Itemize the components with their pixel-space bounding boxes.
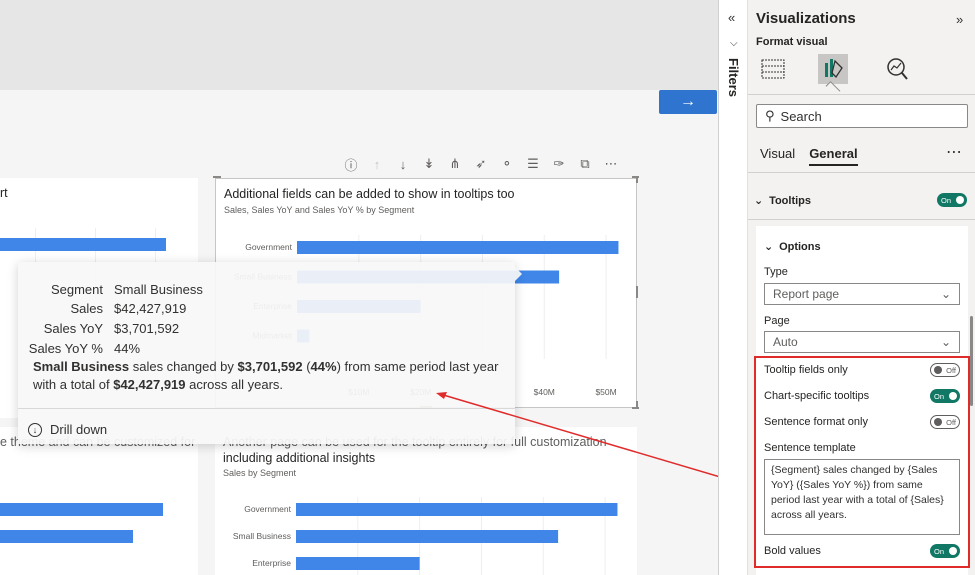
divider xyxy=(748,219,975,220)
bottom-bar-chart: Government Small Business Enterprise xyxy=(233,497,618,575)
pin-icon[interactable]: ➶ xyxy=(468,153,494,175)
tab-general[interactable]: General xyxy=(809,146,858,166)
sentence-template-input[interactable]: {Segment} sales changed by {Sales YoY} (… xyxy=(764,459,960,535)
visual-header-toolbar: ⓘ ↑ ↓ ↡ ⋔ ➶ ⚬ ☰ ✑ ⧉ ⋯ xyxy=(338,153,624,175)
tooltip-fields-only-label: Tooltip fields only xyxy=(764,364,848,376)
arrow-down-icon[interactable]: ↓ xyxy=(390,153,416,175)
drill-down-action[interactable]: ↓ Drill down xyxy=(28,422,107,437)
sentence-template-label: Sentence template xyxy=(764,442,856,454)
tooltips-label: Tooltips xyxy=(769,195,812,207)
drill-icon[interactable]: ⋔ xyxy=(442,153,468,175)
tooltip-label: Sales xyxy=(70,301,103,316)
tooltip-value: $42,427,919 xyxy=(114,301,187,316)
tooltip-sentence: Small Business sales changed by $3,701,5… xyxy=(33,359,499,392)
left-top-card-title: rt xyxy=(0,186,8,200)
type-dropdown[interactable]: Report page ⌄ xyxy=(764,283,960,305)
options-label: Options xyxy=(779,241,821,253)
bar xyxy=(296,557,420,570)
chart-specific-tooltips-toggle[interactable]: On xyxy=(930,389,960,403)
collapse-icon[interactable]: « xyxy=(728,10,735,25)
tooltip-label: Sales YoY xyxy=(43,321,103,336)
resize-handle[interactable] xyxy=(636,286,638,298)
double-arrow-down-icon[interactable]: ↡ xyxy=(416,153,442,175)
chevron-down-icon: ⌄ xyxy=(940,287,951,301)
category-label: Enterprise xyxy=(252,558,291,568)
filter-icon[interactable]: ☰ xyxy=(520,153,546,175)
format-visual-icon[interactable] xyxy=(818,54,848,84)
panel-scrollbar[interactable] xyxy=(970,316,973,406)
tooltips-section-header[interactable]: ⌄ Tooltips xyxy=(754,194,968,207)
panel-subtitle: Format visual xyxy=(756,36,828,48)
category-label: Government xyxy=(244,504,291,514)
drill-down-icon: ↓ xyxy=(28,422,42,437)
tooltip-value: 44% xyxy=(114,341,141,356)
analytics-icon[interactable]: ✑ xyxy=(546,153,572,175)
bottom-chart-card[interactable]: Another page can be used for the tooltip… xyxy=(215,427,637,575)
tooltip-value: Small Business xyxy=(114,282,203,297)
arrow-up-icon[interactable]: ↑ xyxy=(364,153,390,175)
focus-icon[interactable]: ⧉ xyxy=(572,153,598,175)
divider xyxy=(748,172,975,173)
tooltip-label: Segment xyxy=(50,282,103,297)
tooltip-divider xyxy=(18,408,515,409)
bar xyxy=(297,241,619,254)
search-placeholder: Search xyxy=(780,108,822,124)
category-label: Government xyxy=(245,242,292,252)
bold-values-label: Bold values xyxy=(764,545,821,557)
left-bottom-card[interactable]: e theme and can be customized for xyxy=(0,427,198,575)
resize-handle[interactable] xyxy=(636,401,638,408)
bell-icon[interactable]: ⚬ xyxy=(494,153,520,175)
bar[interactable] xyxy=(0,530,133,543)
chevron-down-icon: ⌄ xyxy=(764,241,774,253)
tab-visual[interactable]: Visual xyxy=(760,146,795,166)
sentence-format-only-label: Sentence format only xyxy=(764,416,868,428)
build-visual-icon[interactable] xyxy=(758,54,788,84)
chevron-down-icon: ⌄ xyxy=(754,195,764,207)
tooltip-pointer xyxy=(515,267,522,281)
tooltips-toggle[interactable]: On xyxy=(937,193,967,207)
bar[interactable] xyxy=(0,238,166,251)
search-input[interactable]: ⚲ Search xyxy=(756,104,968,128)
panel-title: Visualizations xyxy=(756,10,856,27)
bold-values-toggle[interactable]: On xyxy=(930,544,960,558)
drill-down-label: Drill down xyxy=(50,422,108,437)
page-label: Page xyxy=(764,315,790,327)
canvas-header xyxy=(0,0,718,90)
analytics-icon[interactable] xyxy=(882,54,912,84)
resize-handle[interactable] xyxy=(213,176,221,178)
tooltip-fields-only-toggle[interactable]: Off xyxy=(930,363,960,377)
tick-label: $50M xyxy=(595,387,616,397)
expand-icon[interactable]: » xyxy=(956,12,963,27)
bar xyxy=(296,530,559,543)
type-label: Type xyxy=(764,266,788,278)
arrow-right-icon: → xyxy=(680,93,696,110)
filter-funnel-icon: ⌵ xyxy=(730,38,738,49)
bar[interactable] xyxy=(0,503,163,516)
help-icon[interactable]: ⓘ xyxy=(338,153,364,175)
tooltip-value: $3,701,592 xyxy=(114,321,180,336)
options-section-header[interactable]: ⌄ Options xyxy=(764,240,975,253)
search-icon: ⚲ xyxy=(765,108,775,123)
filters-pane[interactable]: « ⌵ Filters xyxy=(718,0,748,575)
more-options-icon[interactable]: ⋯ xyxy=(946,142,962,162)
more-icon[interactable]: ⋯ xyxy=(598,153,624,175)
chart-specific-tooltips-label: Chart-specific tooltips xyxy=(764,390,870,402)
format-tabs: Visual General xyxy=(760,146,858,166)
page-value: Auto xyxy=(773,335,798,349)
bar xyxy=(296,503,618,516)
filters-label[interactable]: Filters xyxy=(726,58,741,97)
next-page-button[interactable]: → xyxy=(659,90,717,114)
resize-handle[interactable] xyxy=(636,176,638,183)
page-dropdown[interactable]: Auto ⌄ xyxy=(764,331,960,353)
category-label: Small Business xyxy=(233,531,291,541)
chevron-down-icon: ⌄ xyxy=(940,335,951,349)
report-page-tooltip: Segment Small Business Sales $42,427,919… xyxy=(18,262,522,444)
type-value: Report page xyxy=(773,287,840,301)
tooltip-label: Sales YoY % xyxy=(28,341,103,356)
tick-label: $40M xyxy=(534,387,555,397)
divider xyxy=(748,94,975,95)
sentence-format-only-toggle[interactable]: Off xyxy=(930,415,960,429)
